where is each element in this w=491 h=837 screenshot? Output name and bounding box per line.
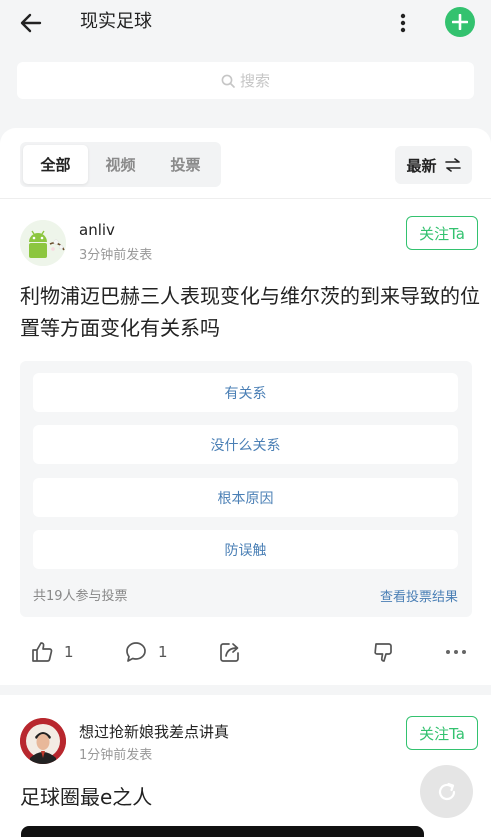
poll-participants: 共19人参与投票 (33, 589, 128, 604)
post-time: 3分钟前发表 (79, 248, 153, 263)
comment-icon (126, 642, 146, 662)
post-media[interactable] (21, 826, 424, 837)
refresh-icon (438, 782, 455, 800)
more-vertical-icon (400, 13, 406, 33)
thumbs-down-icon (374, 643, 392, 662)
share-icon (220, 643, 239, 662)
comment-button[interactable]: 1 (124, 640, 168, 664)
poll-option[interactable]: 有关系 (33, 373, 458, 412)
plus-icon (452, 14, 468, 30)
post-time: 1分钟前发表 (79, 748, 153, 763)
sort-label: 最新 (406, 156, 437, 175)
like-button[interactable]: 1 (30, 640, 74, 664)
follow-button[interactable]: 关注Ta (406, 216, 478, 250)
filter-tabs: 全部 视频 投票 (20, 142, 221, 187)
tab-all[interactable]: 全部 (23, 145, 88, 184)
thumbs-up-icon (32, 642, 53, 662)
dislike-button[interactable] (372, 640, 396, 664)
follow-button[interactable]: 关注Ta (406, 716, 478, 750)
poll: 有关系 没什么关系 根本原因 防误触 共19人参与投票 查看投票结果 (20, 361, 472, 617)
poll-option[interactable]: 防误触 (33, 530, 458, 569)
more-horizontal-icon (446, 650, 466, 654)
more-actions-button[interactable] (444, 640, 468, 664)
share-button[interactable] (218, 640, 242, 664)
person-avatar-icon (20, 718, 66, 764)
like-count: 1 (64, 643, 74, 661)
avatar[interactable] (20, 220, 66, 266)
sort-button[interactable]: 最新 (395, 146, 472, 184)
top-bar: 现实足球 (0, 0, 491, 46)
search-icon (221, 74, 235, 88)
more-options-button[interactable] (392, 8, 414, 38)
back-button[interactable] (16, 8, 46, 38)
page-title: 现实足球 (80, 11, 152, 32)
tab-poll[interactable]: 投票 (153, 145, 218, 184)
poll-option[interactable]: 根本原因 (33, 478, 458, 517)
post-actions: 1 1 (0, 636, 491, 670)
post-title[interactable]: 利物浦迈巴赫三人表现变化与维尔茨的到来导致的位置等方面变化有关系吗 (20, 280, 480, 344)
tab-video[interactable]: 视频 (88, 145, 153, 184)
view-poll-results-link[interactable]: 查看投票结果 (380, 586, 458, 605)
divider (0, 198, 491, 199)
avatar[interactable] (20, 718, 66, 764)
author-name[interactable]: 想过抢新娘我差点讲真 (79, 721, 229, 742)
search-placeholder: 搜索 (239, 72, 270, 90)
arrow-left-icon (20, 13, 42, 33)
poll-option[interactable]: 没什么关系 (33, 425, 458, 464)
search-input[interactable]: 搜索 (17, 62, 474, 99)
refresh-button[interactable] (420, 765, 473, 818)
post-separator (0, 685, 491, 695)
swap-icon (444, 158, 461, 172)
feed-card: 全部 视频 投票 最新 anliv 3分钟前发表 关注Ta 利物浦迈巴赫三人表现… (0, 128, 491, 837)
add-post-button[interactable] (445, 7, 475, 37)
post-title[interactable]: 足球圈最e之人 (20, 782, 152, 812)
comment-count: 1 (158, 643, 168, 661)
author-name[interactable]: anliv (79, 221, 115, 239)
android-robot-avatar-icon (20, 220, 66, 266)
